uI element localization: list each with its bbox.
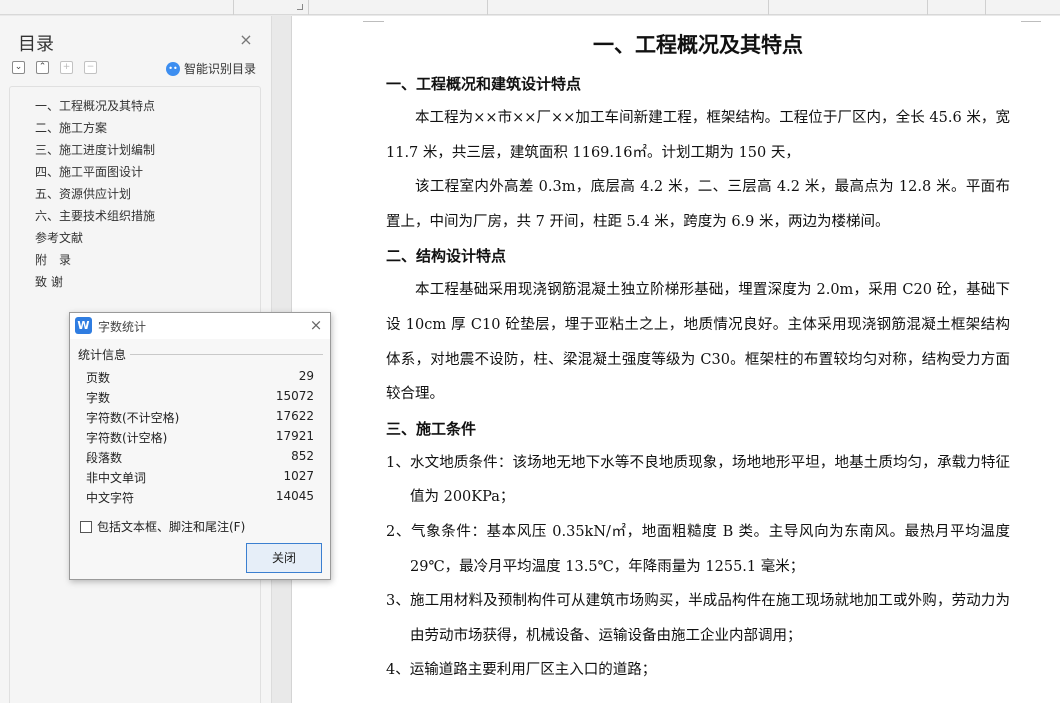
toc-item[interactable]: 三、施工进度计划编制 (35, 141, 155, 158)
wps-logo-icon: W (75, 317, 92, 334)
stat-label: 字符数(计空格) (86, 431, 168, 445)
toolbar-separator (487, 0, 488, 15)
stat-value: 1027 (283, 469, 314, 483)
toc-item[interactable]: 参考文献 (35, 229, 83, 246)
toolbar-separator (985, 0, 986, 15)
toc-item[interactable]: 六、主要技术组织措施 (35, 207, 155, 224)
close-icon[interactable]: × (308, 316, 324, 334)
expand-all-icon[interactable]: ⌄ (12, 61, 25, 74)
dialog-title: 字数统计 (98, 320, 147, 334)
toolbar-separator (768, 0, 769, 15)
stats-group-label: 统计信息 (78, 348, 127, 362)
toolbar-dialog-launcher-icon[interactable] (297, 4, 303, 10)
include-textbox-checkbox[interactable]: 包括文本框、脚注和尾注(F) (80, 518, 245, 535)
stat-value: 29 (298, 369, 314, 383)
paragraph: 本工程为××市××厂××加工车间新建工程，框架结构。工程位于厂区内，全长 45.… (386, 110, 1010, 161)
page-corner-mark (1021, 16, 1041, 22)
smart-toc-button[interactable]: •• 智能识别目录 (166, 60, 256, 77)
collapse-all-icon[interactable]: ⌃ (36, 61, 49, 74)
toc-item[interactable]: 五、资源供应计划 (35, 185, 131, 202)
page-corner-mark (363, 16, 384, 22)
list-item: 4、运输道路主要利用厂区主入口的道路； (386, 662, 657, 679)
stat-label: 非中文单词 (86, 471, 147, 485)
stat-value: 17622 (275, 409, 314, 423)
section-heading: 一、工程概况和建筑设计特点 (386, 75, 582, 93)
add-heading-icon[interactable]: + (60, 61, 73, 74)
nav-pane-title: 目录 (18, 34, 54, 55)
stat-label: 段落数 (86, 451, 123, 465)
section-heading: 三、施工条件 (386, 419, 477, 438)
stat-label: 字符数(不计空格) (86, 411, 180, 425)
document-body[interactable]: 一、工程概况及其特点 一、工程概况和建筑设计特点 本工程为××市××厂××加工车… (386, 28, 1010, 688)
nav-toolbar: ⌄ ⌃ + − (12, 61, 97, 74)
paragraph: 本工程基础采用现浇钢筋混凝土独立阶梯形基础，埋置深度为 2.0m，采用 C20 … (386, 282, 1010, 403)
close-icon[interactable]: × (238, 30, 254, 49)
close-button[interactable]: 关闭 (246, 543, 322, 573)
list-item: 1、水文地质条件：该场地无地下水等不良地质现象，场地地形平坦，地基土质均匀，承载… (386, 454, 1010, 506)
toolbar-separator (308, 0, 309, 15)
toolbar-separator (927, 0, 928, 15)
stat-value: 852 (291, 449, 314, 463)
stat-value: 15072 (275, 389, 314, 403)
toolbar-separator (233, 0, 234, 15)
document-page[interactable]: 一、工程概况及其特点 一、工程概况和建筑设计特点 本工程为××市××厂××加工车… (291, 16, 1060, 703)
stat-label: 字数 (86, 391, 111, 405)
stat-label: 中文字符 (86, 491, 135, 505)
toc-item[interactable]: 附 录 (35, 251, 71, 268)
group-divider (130, 354, 323, 355)
word-count-dialog: W 字数统计 × 统计信息 页数 29 字数 15072 字符数(不计空格) 1… (69, 312, 331, 580)
smart-toc-label: 智能识别目录 (184, 62, 257, 76)
stat-value: 14045 (275, 489, 314, 503)
document-title: 一、工程概况及其特点 (593, 33, 803, 57)
dialog-titlebar[interactable]: W 字数统计 × (70, 313, 330, 339)
list-item: 2、气象条件：基本风压 0.35kN/㎡，地面粗糙度 B 类。主导风向为东南风。… (386, 523, 1010, 575)
checkbox-label: 包括文本框、脚注和尾注(F) (97, 520, 246, 534)
toc-item[interactable]: 致 谢 (35, 273, 63, 290)
list-item: 3、施工用材料及预制构件可从建筑市场购买，半成品构件在施工现场就地加工或外购，劳… (386, 593, 1010, 644)
section-heading: 二、结构设计特点 (386, 247, 507, 266)
toc-item[interactable]: 一、工程概况及其特点 (35, 97, 155, 114)
toc-item[interactable]: 二、施工方案 (35, 119, 107, 136)
smart-recognition-icon: •• (166, 61, 180, 76)
stat-label: 页数 (86, 371, 111, 385)
stat-value: 17921 (275, 429, 314, 443)
checkbox-box[interactable] (80, 520, 92, 533)
top-toolbar (0, 0, 1060, 15)
paragraph: 该工程室内外高差 0.3m，底层高 4.2 米，二、三层高 4.2 米，最高点为… (386, 179, 1010, 230)
toc-item[interactable]: 四、施工平面图设计 (35, 163, 143, 180)
remove-heading-icon[interactable]: − (84, 61, 97, 74)
